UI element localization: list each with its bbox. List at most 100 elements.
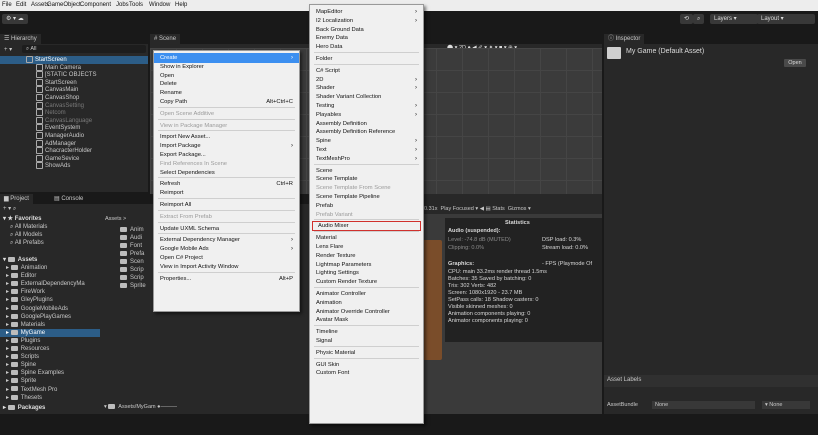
- menu-file[interactable]: File: [2, 2, 12, 8]
- asset-folder[interactable]: ▸ MyGame: [0, 328, 100, 337]
- game-controls[interactable]: 0.31x Play Focused ▾ ◀ ▤ Stats Gizmos ▾: [424, 206, 531, 212]
- stats-button[interactable]: Stats: [492, 206, 505, 212]
- menu-item-signal[interactable]: Signal: [310, 336, 423, 346]
- menu-item-label: Import Package: [160, 143, 201, 150]
- asset-folder[interactable]: ▸ Spine: [0, 361, 100, 369]
- asset-bundle-label: AssetBundle: [607, 402, 638, 408]
- tab-scene[interactable]: # Scene: [150, 34, 181, 44]
- tab-hierarchy[interactable]: ☰ Hierarchy: [0, 34, 41, 44]
- asset-folder[interactable]: ▸ Spine Examples: [0, 369, 100, 377]
- folder-content-item[interactable]: Sprite: [120, 282, 146, 290]
- submenu-arrow-icon: ›: [415, 155, 417, 162]
- open-button[interactable]: Open: [784, 59, 806, 67]
- menu-item-label: Lightmap Parameters: [316, 261, 372, 268]
- mute-icon[interactable]: ◀: [480, 206, 484, 212]
- asset-bundle-dropdown[interactable]: None: [652, 401, 755, 409]
- stats-title: Statistics: [505, 220, 530, 226]
- asset-folder[interactable]: ▸ TextMesh Pro: [0, 386, 100, 394]
- account-button[interactable]: ⚙ ▾ ☁: [2, 14, 28, 24]
- menu-item-audio-mixer[interactable]: Audio Mixer: [312, 221, 421, 232]
- menu-item-properties[interactable]: Properties... Alt+P: [154, 274, 299, 284]
- gameobject-icon: [36, 86, 43, 94]
- folder-content-item[interactable]: Audi: [120, 234, 142, 242]
- asset-folder[interactable]: ▸ GleyPlugins: [0, 296, 100, 304]
- asset-variant-value: None: [769, 402, 783, 408]
- asset-folder[interactable]: ▸ FireWork: [0, 288, 100, 296]
- menu-component[interactable]: Component: [80, 2, 111, 8]
- menu-item-hero-data[interactable]: Hero Data: [310, 42, 423, 52]
- menu-item-avatar-mask[interactable]: Avatar Mask: [310, 315, 423, 325]
- menu-item-label: Assembly Definition Reference: [316, 129, 396, 136]
- folder-content-item[interactable]: Font: [120, 242, 142, 250]
- asset-folder[interactable]: ▸ Editor: [0, 272, 100, 280]
- breadcrumb[interactable]: Assets >: [105, 216, 126, 222]
- stats-line: Batches: 35 Saved by batching: 0: [448, 276, 532, 282]
- favorite-item[interactable]: ⌕ All Models: [10, 231, 42, 239]
- asset-folder[interactable]: ▸ ExternalDependencyMa: [0, 280, 100, 288]
- menu-item-label: Avatar Mask: [316, 317, 349, 324]
- menu-item-physic-material[interactable]: Physic Material: [310, 348, 423, 358]
- folder-content-item[interactable]: Scrip: [120, 274, 144, 282]
- folder-content-label: Scrip: [130, 267, 144, 273]
- menu-item-reimport-all[interactable]: Reimport All: [154, 200, 299, 210]
- menu-window[interactable]: Window: [149, 2, 170, 8]
- menu-item-update-uxml-schema[interactable]: Update UXML Schema: [154, 224, 299, 234]
- asset-folder[interactable]: ▸ GoogleMobileAds: [0, 305, 100, 313]
- menu-tools[interactable]: Tools: [129, 2, 143, 8]
- play-focused-dropdown[interactable]: Play Focused: [441, 206, 474, 212]
- asset-variant-dropdown[interactable]: ▾ None: [762, 401, 810, 409]
- tab-console[interactable]: ▤ Console: [50, 194, 88, 204]
- hierarchy-add-button[interactable]: + ▾: [4, 46, 12, 53]
- packages-header[interactable]: ▸ Packages: [3, 404, 45, 411]
- menu-item-extract-from-prefab: Extract From Prefab: [154, 212, 299, 222]
- undo-history-button[interactable]: ⟲: [680, 14, 694, 24]
- menu-item-label: Physic Material: [316, 349, 356, 356]
- gizmos-dropdown[interactable]: Gizmos: [508, 206, 527, 212]
- menu-item-label: 2D: [316, 76, 324, 83]
- menu-item-custom-font[interactable]: Custom Font: [310, 368, 423, 378]
- layers-dropdown[interactable]: Layers ▾: [710, 14, 758, 24]
- asset-folder[interactable]: ▸ Scripts: [0, 353, 100, 361]
- asset-folder[interactable]: ▸ GooglePlayGames: [0, 313, 100, 321]
- menu-item-folder[interactable]: Folder: [310, 54, 423, 64]
- tab-inspector[interactable]: ⓘ Inspector: [604, 34, 645, 44]
- favorites-header[interactable]: ▾ ★ Favorites: [3, 215, 41, 222]
- menu-gameobject[interactable]: GameObject: [47, 2, 81, 8]
- folder-content-label: Scrip: [130, 275, 144, 281]
- asset-folder[interactable]: ▸ Sprite: [0, 377, 100, 385]
- hierarchy-item-label: CanvasLanguage: [45, 117, 93, 124]
- folder-content-item[interactable]: Prefa: [120, 250, 144, 258]
- asset-folder[interactable]: ▸ Thesets: [0, 394, 100, 402]
- folder-content-label: Anim: [130, 227, 144, 233]
- hierarchy-search-input[interactable]: ⌕ All: [22, 45, 146, 53]
- menu-edit[interactable]: Edit: [16, 2, 26, 8]
- favorite-item[interactable]: ⌕ All Prefabs: [10, 239, 44, 247]
- menu-jobs[interactable]: Jobs: [116, 2, 129, 8]
- gameobject-icon: [36, 78, 43, 86]
- menu-item-copy-path[interactable]: Copy Path Alt+Ctrl+C: [154, 97, 299, 107]
- folder-content-item[interactable]: Anim: [120, 226, 144, 234]
- project-add-button[interactable]: + ▾ ⌕: [3, 205, 16, 213]
- favorite-item[interactable]: ⌕ All Materials: [10, 223, 47, 231]
- hierarchy-item[interactable]: ShowAds: [0, 162, 148, 170]
- inspector-panel: [604, 34, 818, 414]
- layout-dropdown[interactable]: Layout ▾: [757, 14, 815, 24]
- menu-item-textmeshpro[interactable]: TextMeshPro ›: [310, 154, 423, 164]
- tab-project[interactable]: ▆ Project: [0, 194, 33, 204]
- asset-folder[interactable]: ▸ Resources: [0, 345, 100, 353]
- hierarchy-item-label: StartScreen: [45, 79, 77, 86]
- asset-folder[interactable]: ▸ Animation: [0, 264, 100, 272]
- menu-item-label: Google Mobile Ads: [160, 246, 209, 253]
- asset-folder[interactable]: ▸ Plugins: [0, 337, 100, 345]
- menu-item-custom-render-texture[interactable]: Custom Render Texture: [310, 277, 423, 287]
- search-icon[interactable]: ⌕: [693, 14, 705, 24]
- folder-content-item[interactable]: Scen: [120, 258, 144, 266]
- menu-item-select-dependencies[interactable]: Select Dependencies: [154, 168, 299, 178]
- menu-item-view-in-import-activity-window[interactable]: View in Import Activity Window: [154, 262, 299, 272]
- asset-folder[interactable]: ▸ Materials: [0, 321, 100, 329]
- menu-item-label: Prefab: [316, 202, 334, 209]
- menu-item-reimport[interactable]: Reimport: [154, 188, 299, 198]
- folder-content-item[interactable]: Scrip: [120, 266, 144, 274]
- assets-header[interactable]: ▾ Assets: [3, 256, 37, 263]
- menu-help[interactable]: Help: [175, 2, 187, 8]
